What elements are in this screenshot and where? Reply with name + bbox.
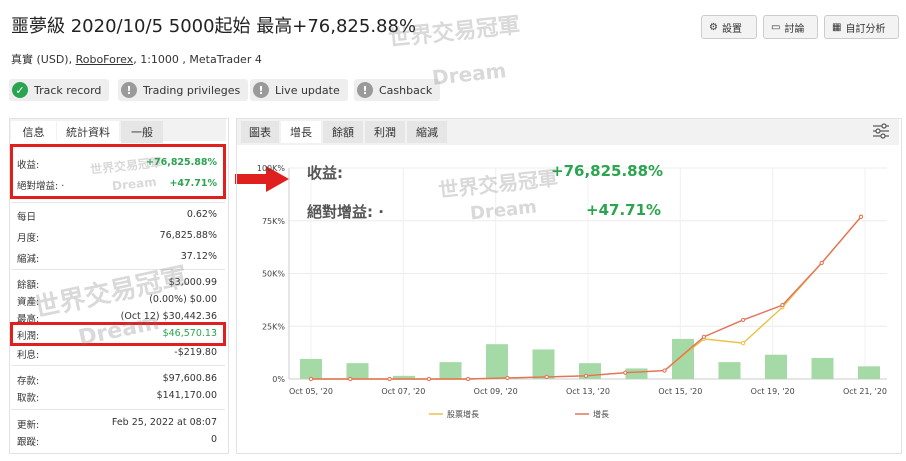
subscribe-button[interactable]: ▦ 自訂分析 bbox=[824, 15, 899, 39]
watermark-text: Dream bbox=[430, 58, 508, 90]
divider bbox=[11, 269, 225, 270]
tab-info[interactable]: 信息 bbox=[11, 121, 56, 143]
x-tick-label: Oct 07, '20 bbox=[381, 387, 425, 396]
bar bbox=[672, 338, 694, 379]
divider bbox=[11, 365, 225, 366]
legend-label: 增長 bbox=[593, 409, 609, 419]
badge-track-record[interactable]: ✓ Track record bbox=[9, 79, 110, 101]
y-tick-label: 0% bbox=[272, 375, 285, 384]
overlay-gain-label: 收益: bbox=[307, 164, 343, 182]
tab-drawdown[interactable]: 縮減 bbox=[407, 121, 447, 143]
series-point bbox=[662, 368, 667, 373]
x-tick-label: Oct 19, '20 bbox=[751, 387, 795, 396]
calendar-icon: ▦ bbox=[832, 21, 842, 33]
series-point bbox=[426, 376, 431, 382]
stat-equity: 資產: (0.00%) $0.00 bbox=[17, 294, 217, 308]
bar bbox=[486, 344, 508, 379]
broker-link[interactable]: RoboForex bbox=[76, 53, 134, 66]
bar bbox=[439, 362, 462, 379]
x-tick-label: Oct 05, '20 bbox=[289, 387, 333, 396]
series-point bbox=[858, 214, 864, 219]
account-subtitle: 真實 (USD), RoboForex, 1:1000 , MetaTrader… bbox=[11, 51, 262, 67]
highlight-box-profit bbox=[10, 322, 226, 346]
x-tick-label: Oct 15, '20 bbox=[658, 387, 702, 396]
series-line bbox=[311, 216, 862, 380]
y-tick-label: 75K% bbox=[262, 217, 285, 226]
divider bbox=[11, 202, 225, 203]
series-point bbox=[819, 260, 824, 266]
legend-label: 股票增長 bbox=[447, 409, 479, 419]
series-point bbox=[387, 376, 392, 382]
stat-balance: 餘額: $3,000.99 bbox=[17, 277, 217, 291]
series-line bbox=[311, 216, 862, 380]
stat-updated: 更新: Feb 25, 2022 at 08:07 bbox=[17, 417, 217, 431]
stat-withdrawals: 取款: $141,170.00 bbox=[17, 390, 217, 404]
overlay-gain-value: +76,825.88% bbox=[551, 162, 664, 180]
series-point bbox=[701, 334, 706, 339]
tab-growth[interactable]: 增長 bbox=[281, 121, 321, 143]
highlight-box-gain bbox=[10, 144, 226, 199]
series-point bbox=[348, 376, 353, 382]
bar bbox=[625, 368, 648, 379]
stat-deposits: 存款: $97,600.86 bbox=[17, 373, 217, 387]
warning-icon: ! bbox=[121, 82, 137, 98]
check-icon: ✓ bbox=[12, 82, 28, 98]
overlay-abs-label: 絕對增益: · bbox=[307, 203, 384, 221]
series-point bbox=[466, 376, 471, 382]
tab-general[interactable]: 一般 bbox=[121, 121, 163, 143]
bar bbox=[300, 358, 322, 379]
comment-icon: ▭ bbox=[771, 21, 781, 33]
series-point bbox=[623, 370, 628, 375]
bar bbox=[718, 362, 741, 379]
gear-icon: ⚙ bbox=[709, 21, 718, 33]
discuss-button[interactable]: ▭ 討論 bbox=[763, 15, 818, 39]
divider bbox=[11, 409, 225, 410]
tab-balance[interactable]: 餘額 bbox=[323, 121, 363, 143]
stat-drawdown: 縮減: 37.12% bbox=[17, 251, 217, 265]
series-point bbox=[741, 317, 746, 323]
series-point bbox=[505, 375, 510, 381]
page-title: 噩夢級 2020/10/5 5000起始 最高+76,825.88% bbox=[11, 16, 417, 37]
chart-settings-icon[interactable] bbox=[872, 123, 890, 139]
tab-chart[interactable]: 圖表 bbox=[241, 121, 279, 143]
series-point bbox=[741, 341, 746, 346]
account-type: 真實 (USD), bbox=[11, 53, 73, 66]
y-tick-label: 100K% bbox=[257, 164, 286, 173]
tab-statistics[interactable]: 統計資料 bbox=[57, 121, 119, 143]
overlay-abs-value: +47.71% bbox=[586, 201, 662, 219]
warning-icon: ! bbox=[253, 82, 269, 98]
bar bbox=[765, 354, 787, 379]
stat-daily: 每日 0.62% bbox=[17, 209, 217, 223]
stat-monthly: 月度: 76,825.88% bbox=[17, 230, 217, 244]
badge-cashback[interactable]: ! Cashback bbox=[354, 79, 441, 101]
bar bbox=[811, 357, 834, 379]
stat-tracking: 跟蹤: 0 bbox=[17, 434, 217, 448]
badge-trading-privileges[interactable]: ! Trading privileges bbox=[118, 79, 249, 101]
bar bbox=[532, 349, 555, 379]
badge-live-update[interactable]: ! Live update bbox=[250, 79, 348, 101]
bar bbox=[858, 366, 880, 379]
warning-icon: ! bbox=[357, 82, 373, 98]
series-point bbox=[780, 303, 785, 308]
bar bbox=[346, 363, 369, 379]
y-tick-label: 25K% bbox=[262, 322, 285, 331]
x-tick-label: Oct 09, '20 bbox=[474, 387, 518, 396]
series-point bbox=[583, 373, 589, 378]
settings-button[interactable]: ⚙ 設置 bbox=[701, 15, 757, 39]
series-point bbox=[544, 374, 549, 379]
y-tick-label: 50K% bbox=[262, 270, 285, 279]
x-tick-label: Oct 21, '20 bbox=[843, 387, 887, 396]
series-point bbox=[308, 376, 314, 382]
tab-profit[interactable]: 利潤 bbox=[365, 121, 405, 143]
stat-interest: 利息: -$219.80 bbox=[17, 347, 217, 361]
account-details: , 1:1000 , MetaTrader 4 bbox=[133, 53, 262, 66]
x-tick-label: Oct 13, '20 bbox=[566, 387, 610, 396]
growth-chart: 0% 25K% 50K% 75K% 100K% Oct 05, '20 Oct 07, '… bbox=[257, 164, 887, 419]
